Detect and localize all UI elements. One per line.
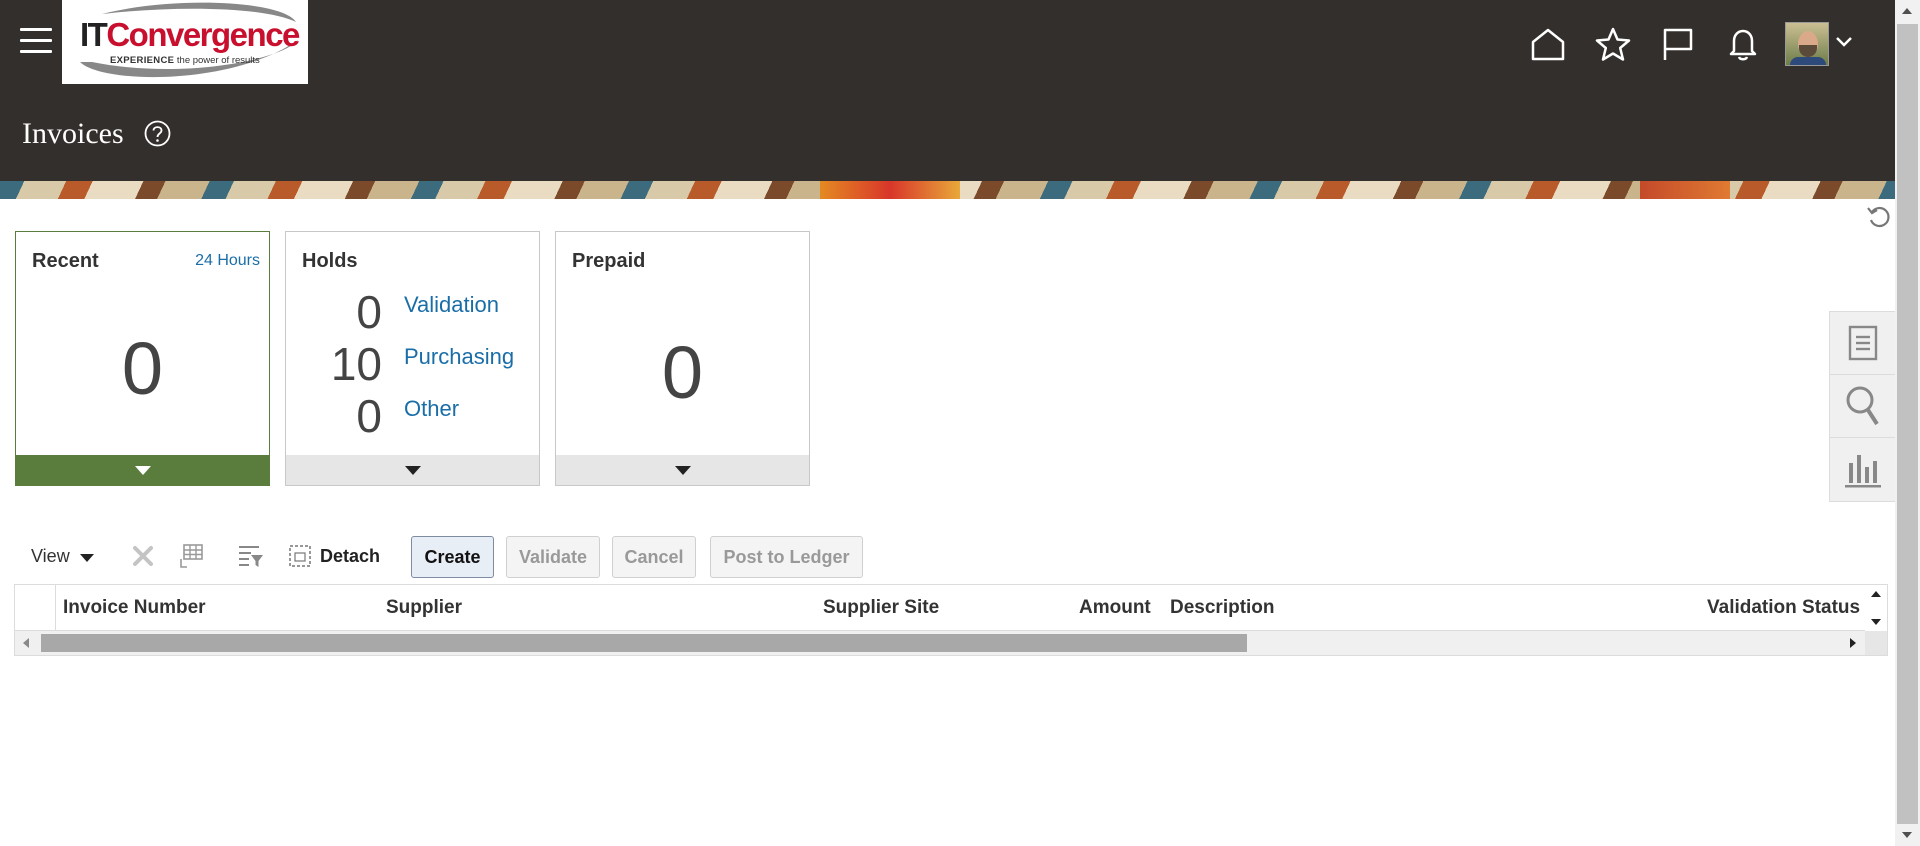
page-vertical-scrollbar[interactable] <box>1895 0 1920 846</box>
column-header-supplier-site[interactable]: Supplier Site <box>823 597 939 619</box>
holds-row-purchasing[interactable]: 10 Purchasing <box>286 335 539 390</box>
recent-tile-title: Recent <box>32 250 99 272</box>
scroll-up-icon <box>1871 591 1881 597</box>
chevron-down-icon[interactable] <box>1835 35 1853 53</box>
holds-count: 10 <box>330 338 382 390</box>
holds-tile-expand[interactable] <box>286 455 539 485</box>
table-vertical-scrollbar[interactable] <box>1865 585 1887 631</box>
holds-count: 0 <box>356 390 382 442</box>
create-button[interactable]: Create <box>411 536 494 578</box>
recent-tile-count: 0 <box>121 327 164 410</box>
global-header: ITConvergence EXPERIENCE the power of re… <box>0 0 1895 181</box>
holds-count: 0 <box>356 286 382 338</box>
holds-link[interactable]: Validation <box>404 292 499 318</box>
scroll-left-icon[interactable] <box>23 638 29 648</box>
scrollbar-corner <box>1865 631 1887 655</box>
column-header-validation-status[interactable]: Validation Status <box>1707 597 1860 619</box>
freeze-columns-icon[interactable] <box>177 542 205 570</box>
scrollbar-thumb[interactable] <box>41 634 1247 652</box>
caret-down-icon[interactable] <box>80 554 94 562</box>
holds-row-validation[interactable]: 0 Validation <box>286 283 539 338</box>
help-icon[interactable] <box>144 120 171 147</box>
table-header-row: Invoice Number Supplier Supplier Site Am… <box>15 585 1866 631</box>
holds-infotile[interactable]: Holds 0 Validation 10 Purchasing 0 Other <box>285 231 540 486</box>
refresh-icon[interactable] <box>1866 204 1892 230</box>
scroll-up-icon[interactable] <box>1902 8 1912 14</box>
page-title: Invoices <box>22 117 124 150</box>
column-header-amount[interactable]: Amount <box>1079 597 1151 619</box>
caret-down-icon <box>404 465 421 475</box>
caret-down-icon <box>134 465 151 475</box>
prepaid-tile-title: Prepaid <box>572 250 646 272</box>
header-decorative-banner <box>0 181 1895 199</box>
recent-tile-timeframe[interactable]: 24 Hours <box>195 252 260 270</box>
scroll-right-icon[interactable] <box>1850 638 1856 648</box>
holds-row-other[interactable]: 0 Other <box>286 387 539 442</box>
cancel-button[interactable]: Cancel <box>612 536 696 578</box>
recent-tile-expand[interactable] <box>16 455 269 485</box>
prepaid-tile-expand[interactable] <box>556 455 809 485</box>
panel-drawer <box>1829 311 1895 502</box>
column-header-supplier[interactable]: Supplier <box>386 597 462 619</box>
holds-link[interactable]: Purchasing <box>404 344 514 370</box>
invoices-table: Invoice Number Supplier Supplier Site Am… <box>14 584 1888 656</box>
company-logo[interactable]: ITConvergence EXPERIENCE the power of re… <box>62 0 308 84</box>
page-scrollbar-thumb[interactable] <box>1897 24 1918 824</box>
holds-tile-title: Holds <box>302 250 358 272</box>
table-horizontal-scrollbar[interactable] <box>15 631 1866 655</box>
table-toolbar: View Detach Create Validate Cancel Post … <box>14 534 1014 578</box>
logo-tagline: EXPERIENCE the power of results <box>110 55 260 66</box>
detach-icon <box>289 545 311 567</box>
view-menu[interactable]: View <box>31 546 70 567</box>
column-header-invoice-number[interactable]: Invoice Number <box>63 597 206 619</box>
row-selector-header[interactable] <box>15 585 56 631</box>
prepaid-infotile[interactable]: Prepaid 0 <box>555 231 810 486</box>
column-header-description[interactable]: Description <box>1170 597 1275 619</box>
search-icon[interactable] <box>1830 375 1895 438</box>
user-avatar[interactable] <box>1785 22 1829 66</box>
home-icon[interactable] <box>1528 24 1568 64</box>
query-by-example-icon[interactable] <box>237 542 265 570</box>
reports-chart-icon[interactable] <box>1830 438 1895 501</box>
detach-button[interactable]: Detach <box>288 544 380 568</box>
watchlist-flag-icon[interactable] <box>1658 24 1698 64</box>
post-to-ledger-button[interactable]: Post to Ledger <box>710 536 863 578</box>
delete-icon[interactable] <box>129 542 157 570</box>
tasks-icon[interactable] <box>1830 312 1895 375</box>
validate-button[interactable]: Validate <box>506 536 600 578</box>
favorites-star-icon[interactable] <box>1593 24 1633 64</box>
navigator-menu-icon[interactable] <box>20 28 52 56</box>
notifications-bell-icon[interactable] <box>1723 24 1763 64</box>
scroll-down-icon <box>1871 619 1881 625</box>
prepaid-tile-count: 0 <box>661 331 704 414</box>
scroll-down-icon[interactable] <box>1902 832 1912 838</box>
logo-wordmark: ITConvergence <box>80 16 300 53</box>
caret-down-icon <box>674 465 691 475</box>
recent-infotile[interactable]: Recent 24 Hours 0 <box>15 231 270 486</box>
holds-link[interactable]: Other <box>404 396 459 422</box>
